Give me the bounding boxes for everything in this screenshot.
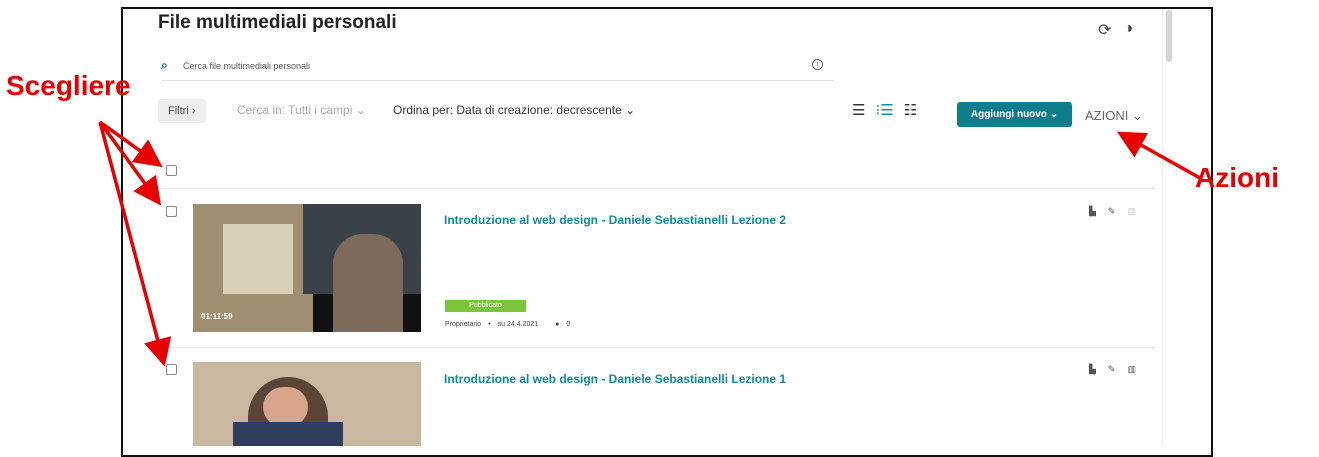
arrow-to-entry-2 xyxy=(98,121,172,367)
arrow-to-actions xyxy=(1116,131,1201,180)
annotation-arrows xyxy=(98,120,1201,367)
